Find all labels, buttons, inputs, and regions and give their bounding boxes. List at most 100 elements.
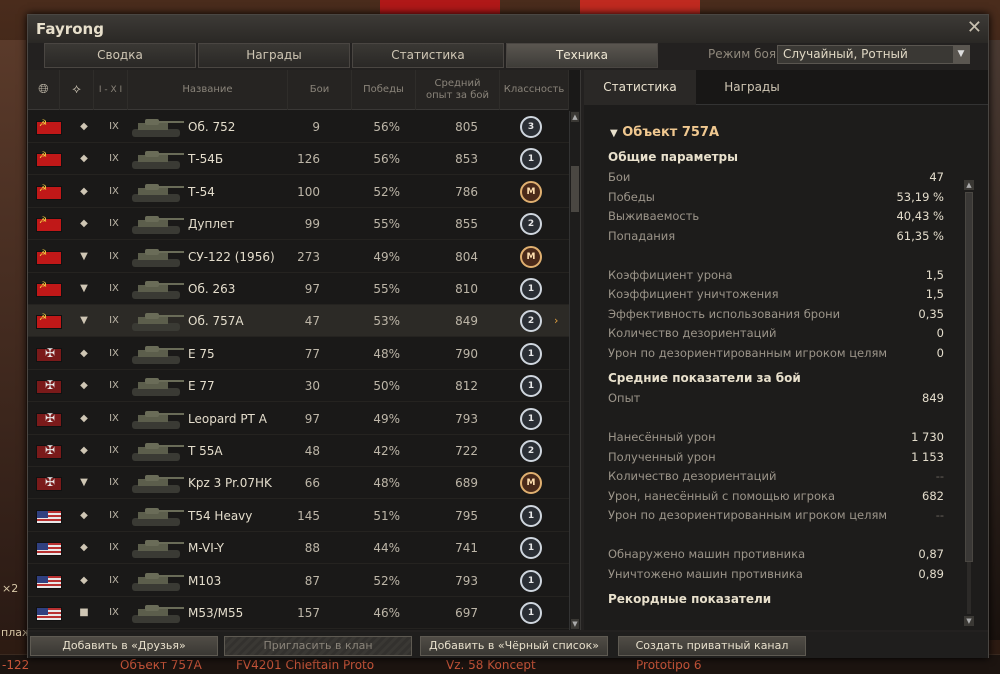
table-row[interactable]: ◆ IX Об. 752 9 56% 805 3 [28,111,569,143]
carousel-item[interactable]: -122 [2,658,29,672]
add-friend-button[interactable]: Добавить в «Друзья» [30,636,218,656]
wins-cell: 52% [373,573,400,588]
carousel-item[interactable]: Vz. 58 Koncept [446,658,536,672]
table-row[interactable]: ▼ IX Kpz 3 Pr.07HK 66 48% 689 M [28,467,569,500]
stat-value: 61,35 % [896,228,944,243]
table-row[interactable]: ◆ IX Т-54 100 52% 786 M [28,176,569,208]
exp-column-header[interactable]: Средний опыт за бой [416,70,500,110]
exp-cell: 795 [455,508,478,523]
table-row[interactable]: ◆ IX E 75 77 48% 790 1 [28,338,569,370]
exp-cell: 812 [455,379,478,394]
window-title: Fayrong [36,20,104,38]
table-row[interactable]: ◆ IX M-VI-Y 88 44% 741 1 [28,532,569,565]
table-row[interactable]: ◆ IX T 55A 48 42% 722 2 [28,435,569,467]
stat-value: 47 [929,170,944,184]
table-row[interactable]: ◆ IX E 77 30 50% 812 1 [28,370,569,403]
carousel-item[interactable]: FV4201 Chieftain Proto [236,658,374,672]
tier-column-header[interactable]: I - X I [94,70,128,110]
battle-mode-select[interactable]: Случайный, Ротный ▼ [777,45,970,64]
wins-column-header[interactable]: Победы [352,70,416,110]
invite-clan-button[interactable]: Пригласить в клан [224,636,412,656]
table-row[interactable]: ◆ IX Leopard PT A 97 49% 793 1 [28,403,569,435]
tank-class-icon: ◆ [80,185,88,197]
mastery-badge-value: M [520,180,542,203]
tank-icon [128,114,186,140]
add-blacklist-button[interactable]: Добавить в «Чёрный список» [420,636,608,656]
tab-vehicles[interactable]: Техника [506,43,658,68]
tank-icon [128,535,186,561]
battles-cell: 157 [297,606,320,620]
tank-class-icon: ◆ [80,218,88,230]
stat-value: -- [935,469,944,483]
section-heading: Рекордные показатели [608,592,772,606]
battles-cell: 9 [312,120,320,134]
tier-cell: IX [109,283,119,294]
tab-statistics[interactable]: Статистика [352,43,504,68]
table-scrollbar[interactable]: ▲ ▼ [569,111,580,630]
tank-class-icon: ◆ [80,121,88,132]
tier-cell: IX [109,607,119,618]
close-icon[interactable]: ✕ [967,17,982,38]
tier-cell: IX [109,153,119,165]
detail-scrollbar[interactable]: ▲ ▼ [963,180,975,628]
mastery-badge-icon: 1 [520,537,544,560]
carousel-item[interactable]: Объект 757А [120,658,202,672]
mastery-badge-value: 2 [520,310,542,333]
nation-column-header[interactable]: 🌐︎ [28,70,60,110]
tank-icon [128,308,186,334]
battles-cell: 48 [304,444,320,458]
ger-flag-icon [36,378,62,395]
stat-label: Количество дезориентаций [608,469,777,483]
table-row[interactable]: ◆ IX M103 87 52% 793 1 [28,565,569,597]
carousel-item[interactable]: Prototipo 6 [636,658,702,672]
table-row[interactable]: ◆ IX T54 Heavy 145 51% 795 1 [28,500,569,532]
mastery-column-header[interactable]: Классность [500,70,569,110]
scroll-thumb[interactable] [571,166,579,212]
tank-icon [128,244,186,270]
vehicle-name-cell: Т-54Б [188,152,224,167]
private-channel-button[interactable]: Создать приватный канал [618,636,806,656]
exp-cell: 849 [455,314,478,329]
vehicle-title[interactable]: ▼ Объект 757А [610,125,719,140]
battles-header-label: Бои [309,84,330,95]
tank-icon [128,470,186,496]
scroll-down-icon[interactable]: ▼ [964,616,974,626]
stat-label: Урон, нанесённый с помощью игрока [608,488,836,503]
title-bar[interactable]: Fayrong ✕ [28,15,988,43]
usa-flag-icon [36,574,62,589]
battles-column-header[interactable]: Бои [288,70,352,110]
exp-cell: 697 [455,606,478,620]
table-row[interactable]: ■ IX M53/M55 157 46% 697 1 [28,597,569,629]
exp-cell: 855 [455,217,478,232]
ger-flag-icon [36,411,62,427]
mastery-badge-value: 1 [520,148,542,171]
vehicle-name-cell: E 75 [188,346,215,361]
stat-value: 682 [922,488,944,503]
exp-cell: 722 [455,444,478,458]
table-row[interactable]: ◆ IX Дуплет 99 55% 855 2 [28,208,569,241]
table-row[interactable]: ▼ IX СУ-122 (1956) 273 49% 804 M [28,241,569,273]
vehicle-name-cell: СУ-122 (1956) [188,249,275,264]
scroll-up-icon[interactable]: ▲ [964,180,974,190]
table-row[interactable]: ◆ IX Т-54Б 126 56% 853 1 [28,143,569,176]
stat-label: Обнаружено машин противника [608,547,806,561]
tier-cell: IX [109,509,119,521]
table-row[interactable]: ▼ IX Об. 757А 47 53% 849 2 › [28,305,569,338]
battles-cell: 145 [297,508,320,523]
tab-summary[interactable]: Сводка [44,43,196,68]
scroll-up-icon[interactable]: ▲ [571,112,579,122]
tab-awards[interactable]: Награды [198,43,350,68]
scroll-thumb[interactable] [965,192,973,562]
scroll-down-icon[interactable]: ▼ [571,619,579,629]
mastery-badge-value: 2 [520,213,542,236]
ussr-flag-icon [36,216,62,233]
detail-tab-awards[interactable]: Награды [696,70,808,105]
stat-label: Количество дезориентаций [608,326,777,340]
tier-cell: IX [109,412,119,424]
name-column-header[interactable]: Название [128,70,288,110]
class-column-header[interactable]: ⟡ [60,70,94,110]
tank-icon [128,406,186,432]
detail-tab-statistics[interactable]: Статистика [584,70,696,105]
table-row[interactable]: ▼ IX Об. 263 97 55% 810 1 [28,273,569,305]
battles-cell: 87 [304,573,320,588]
